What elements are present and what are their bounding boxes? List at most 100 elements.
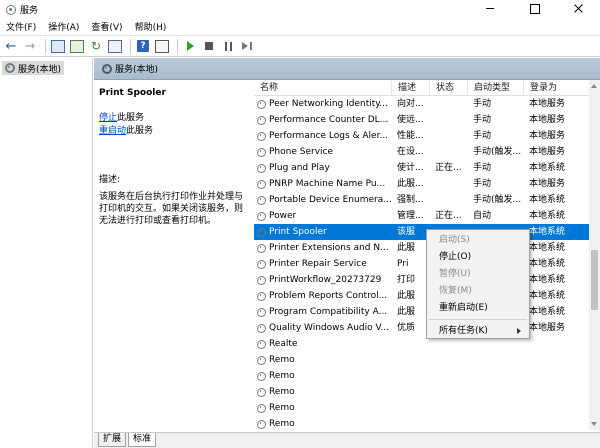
- table-row[interactable]: Remo: [254, 400, 600, 416]
- service-name-cell: Print Spooler: [254, 224, 392, 240]
- service-gear-icon: [257, 99, 266, 109]
- service-status-cell: [430, 96, 468, 112]
- service-description-cell: Pri: [397, 259, 409, 269]
- table-row[interactable]: Remo: [254, 384, 600, 400]
- service-gear-icon: [257, 131, 266, 141]
- service-name: Remo: [269, 403, 295, 413]
- context-menu-item[interactable]: 重新启动(E): [427, 300, 529, 317]
- console-list-icon[interactable]: [69, 38, 85, 54]
- table-row[interactable]: Remo: [254, 368, 600, 384]
- service-name: Remo: [269, 371, 295, 381]
- scroll-up-icon[interactable]: [591, 84, 597, 88]
- scroll-down-icon[interactable]: [591, 422, 597, 426]
- service-name: Quality Windows Audio V...: [269, 323, 390, 333]
- restart-service-link[interactable]: 重启动: [99, 126, 126, 136]
- service-description-cell: 打印: [397, 275, 416, 285]
- service-status-cell: [430, 192, 468, 208]
- context-menu-item[interactable]: 停止(O): [427, 249, 529, 266]
- table-row[interactable]: PNRP Machine Name Pu... 此服... 手动 本地服务: [254, 176, 600, 192]
- tree-item-services-local[interactable]: 服务(本地): [2, 61, 65, 75]
- show-console-tree-icon[interactable]: [50, 38, 66, 54]
- service-startup-type-cell: [468, 352, 524, 368]
- service-startup-type-cell: 手动: [473, 99, 492, 109]
- export-list-icon[interactable]: [107, 38, 123, 54]
- column-header-status[interactable]: 状态: [430, 80, 468, 96]
- table-row[interactable]: Performance Counter DL... 使远... 手动 本地服务: [254, 112, 600, 128]
- service-name: Remo: [269, 419, 295, 429]
- table-row[interactable]: Phone Service 在设... 手动(触发... 本地服务: [254, 144, 600, 160]
- menu-help[interactable]: 帮助(H): [129, 20, 173, 33]
- vertical-scrollbar[interactable]: [589, 80, 600, 430]
- table-row[interactable]: Performance Logs & Aler... 性能... 手动 本地服务: [254, 128, 600, 144]
- scroll-thumb[interactable]: [591, 250, 598, 310]
- service-startup-type-cell: [468, 368, 524, 384]
- stop-service-link[interactable]: 停止: [99, 113, 117, 123]
- service-name: Printer Extensions and N...: [269, 243, 389, 253]
- service-gear-icon: [257, 371, 266, 381]
- tab-extended[interactable]: 扩展: [98, 433, 127, 447]
- service-gear-icon: [257, 291, 266, 301]
- service-description-cell: [392, 352, 430, 368]
- restart-service-suffix: 此服务: [126, 126, 154, 136]
- help-icon[interactable]: ?: [135, 38, 151, 54]
- stop-service-icon[interactable]: [201, 38, 217, 54]
- service-status-cell: [430, 416, 468, 430]
- context-menu-item[interactable]: 恢复(M): [427, 283, 529, 300]
- service-gear-icon: [257, 179, 266, 189]
- menu-file[interactable]: 文件(F): [0, 20, 42, 33]
- back-arrow-icon[interactable]: ←: [3, 38, 19, 54]
- services-gear-icon: [4, 3, 16, 15]
- window-controls: [468, 0, 600, 18]
- service-name-cell: Remo: [254, 352, 392, 368]
- pause-service-icon[interactable]: [220, 38, 236, 54]
- service-description-cell: 优质: [397, 323, 416, 333]
- service-name: Peer Networking Identity...: [269, 99, 388, 109]
- service-description-cell: [392, 368, 430, 384]
- service-startup-type-cell: 自动: [473, 211, 492, 221]
- forward-arrow-icon[interactable]: →: [22, 38, 38, 54]
- service-startup-type-cell: 手动(触发...: [473, 147, 522, 157]
- table-row[interactable]: Peer Networking Identity... 向对... 手动 本地服务: [254, 96, 600, 112]
- service-gear-icon: [257, 147, 266, 157]
- table-row[interactable]: Power 管理... 正在... 自动 本地系统: [254, 208, 600, 224]
- minimize-button[interactable]: [468, 0, 512, 18]
- close-button[interactable]: [556, 0, 600, 18]
- tab-standard[interactable]: 标准: [128, 433, 157, 447]
- refresh-icon[interactable]: ↻: [88, 38, 104, 54]
- service-name-cell: Realte: [254, 336, 392, 352]
- service-name-cell: Remo: [254, 416, 392, 430]
- service-name-cell: Phone Service: [254, 144, 392, 160]
- column-header-description[interactable]: 描述: [392, 80, 430, 96]
- service-description-cell: 性能...: [397, 131, 424, 141]
- menu-action[interactable]: 操作(A): [42, 20, 85, 33]
- context-menu-item[interactable]: 启动(S): [427, 232, 529, 249]
- start-service-icon[interactable]: [182, 38, 198, 54]
- selected-service-name: Print Spooler: [99, 88, 166, 98]
- service-gear-icon: [257, 211, 266, 221]
- service-gear-icon: [257, 243, 266, 253]
- table-row[interactable]: Portable Device Enumera... 强制... 手动(触发... 本…: [254, 192, 600, 208]
- menu-view[interactable]: 查看(V): [85, 20, 128, 33]
- service-description-cell: 强制...: [397, 195, 424, 205]
- maximize-button[interactable]: [512, 0, 556, 18]
- service-name: Problem Reports Control...: [269, 291, 388, 301]
- table-row[interactable]: Remo: [254, 352, 600, 368]
- service-name-cell: Peer Networking Identity...: [254, 96, 392, 112]
- service-description-cell: [392, 384, 430, 400]
- service-name-cell: Portable Device Enumera...: [254, 192, 392, 208]
- table-row[interactable]: Plug and Play 使计... 正在... 手动 本地系统: [254, 160, 600, 176]
- context-menu-item[interactable]: 所有任务(K): [427, 323, 529, 340]
- service-gear-icon: [257, 115, 266, 125]
- service-description-cell: 此服...: [397, 179, 424, 189]
- column-header-name[interactable]: 名称: [254, 80, 392, 96]
- service-name: Performance Counter DL...: [269, 115, 389, 125]
- service-name-cell: Problem Reports Control...: [254, 288, 392, 304]
- column-header-startup-type[interactable]: 启动类型: [468, 80, 524, 96]
- service-gear-icon: [257, 259, 266, 269]
- properties-icon[interactable]: [154, 38, 170, 54]
- toolbar: ← → ↻ ?: [0, 35, 600, 57]
- restart-service-icon[interactable]: [239, 38, 255, 54]
- table-row[interactable]: Remo: [254, 416, 600, 430]
- context-menu-item[interactable]: 暂停(U): [427, 266, 529, 283]
- service-description-cell: 在设...: [397, 147, 424, 157]
